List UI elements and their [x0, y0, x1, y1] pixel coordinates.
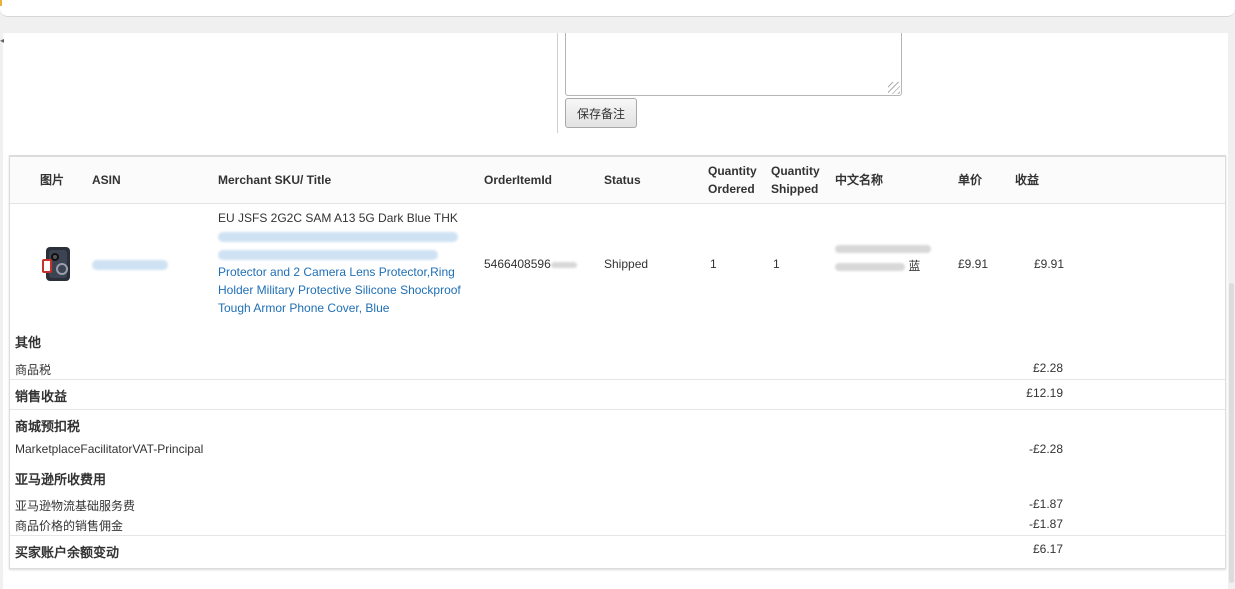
title-link-line3[interactable]: Tough Armor Phone Cover, Blue	[218, 299, 468, 317]
header-qty-shipped-line2: Shipped	[771, 182, 819, 196]
divider	[10, 409, 1225, 410]
row-revenue-value: £9.91	[1034, 257, 1065, 271]
product-tax-label: 商品税	[15, 363, 52, 377]
scrollbar-thumb[interactable]	[1229, 283, 1234, 583]
unit-price-value: £9.91	[958, 257, 989, 271]
chevron-left-icon: ◂	[0, 36, 5, 45]
header-qty-ordered: Quantity Ordered	[708, 162, 757, 198]
title-link-line2[interactable]: Holder Military Protective Silicone Shoc…	[218, 281, 468, 299]
cn-name-visible: 蓝	[908, 259, 921, 273]
note-textarea[interactable]	[565, 33, 902, 96]
sales-revenue-label: 销售收益	[15, 389, 68, 404]
product-image[interactable]	[40, 245, 76, 283]
header-unit-price: 单价	[958, 173, 983, 187]
status-value: Shipped	[604, 257, 649, 271]
header-qty-shipped-line1: Quantity	[771, 164, 820, 178]
table-header: 图片 ASIN Merchant SKU/ Title OrderItemId …	[10, 157, 1225, 204]
header-qty-ordered-line1: Quantity	[708, 164, 757, 178]
order-item-id-value: 5466408596	[484, 257, 551, 271]
header-order-item-id: OrderItemId	[484, 173, 553, 187]
qty-shipped-value: 1	[773, 257, 780, 271]
divider	[10, 379, 1225, 380]
scrollbar[interactable]	[1228, 33, 1235, 589]
marketplace-vat-label: MarketplaceFacilitatorVAT-Principal	[15, 442, 204, 456]
top-bar	[0, 0, 1235, 17]
commission-label: 商品价格的销售佣金	[15, 519, 124, 533]
fba-fee-label: 亚马逊物流基础服务费	[15, 499, 136, 513]
header-revenue: 收益	[1015, 173, 1040, 187]
header-cn-name: 中文名称	[835, 173, 884, 187]
amazon-fees-title: 亚马逊所收费用	[15, 472, 107, 487]
asin-redacted	[92, 259, 168, 270]
title-redacted-line2	[218, 245, 468, 263]
header-image: 图片	[40, 173, 65, 187]
order-item-id: 5466408596	[484, 255, 577, 273]
header-status: Status	[604, 173, 641, 187]
resize-grip-icon[interactable]	[888, 82, 900, 94]
divider	[557, 33, 558, 133]
title-link-line1[interactable]: Protector and 2 Camera Lens Protector,Ri…	[218, 263, 468, 281]
marketplace-vat-value: -£2.28	[1028, 442, 1063, 456]
cn-name-redacted-1	[835, 244, 931, 253]
other-section-title: 其他	[15, 335, 42, 350]
notification-mark	[0, 0, 2, 6]
cn-name-cell: 蓝	[835, 239, 935, 279]
header-sku-title: Merchant SKU/ Title	[218, 173, 332, 187]
buyer-balance-value: £6.17	[1032, 542, 1063, 556]
marketplace-withheld-title: 商城预扣税	[15, 419, 81, 434]
header-qty-ordered-line2: Ordered	[708, 182, 755, 196]
qty-ordered-value: 1	[710, 257, 717, 271]
header-qty-shipped: Quantity Shipped	[771, 162, 820, 198]
merchant-sku: EU JSFS 2G2C SAM A13 5G Dark Blue THK	[218, 211, 458, 225]
title-redacted-line1	[218, 227, 468, 245]
fba-fee-value: -£1.87	[1028, 497, 1063, 511]
sku-title-cell: EU JSFS 2G2C SAM A13 5G Dark Blue THK Pr…	[218, 209, 468, 317]
asin-link[interactable]	[92, 255, 168, 273]
commission-value: -£1.87	[1028, 517, 1063, 531]
order-items-table: 图片 ASIN Merchant SKU/ Title OrderItemId …	[9, 155, 1226, 569]
divider	[10, 535, 1225, 536]
header-asin: ASIN	[92, 173, 121, 187]
buyer-balance-label: 买家账户余额变动	[15, 545, 120, 560]
product-tax-value: £2.28	[1032, 361, 1063, 375]
sales-revenue-value: £12.19	[1026, 386, 1063, 400]
order-item-id-redacted	[550, 261, 577, 268]
cn-name-redacted-2	[835, 262, 905, 271]
save-note-button[interactable]: 保存备注	[565, 98, 637, 128]
